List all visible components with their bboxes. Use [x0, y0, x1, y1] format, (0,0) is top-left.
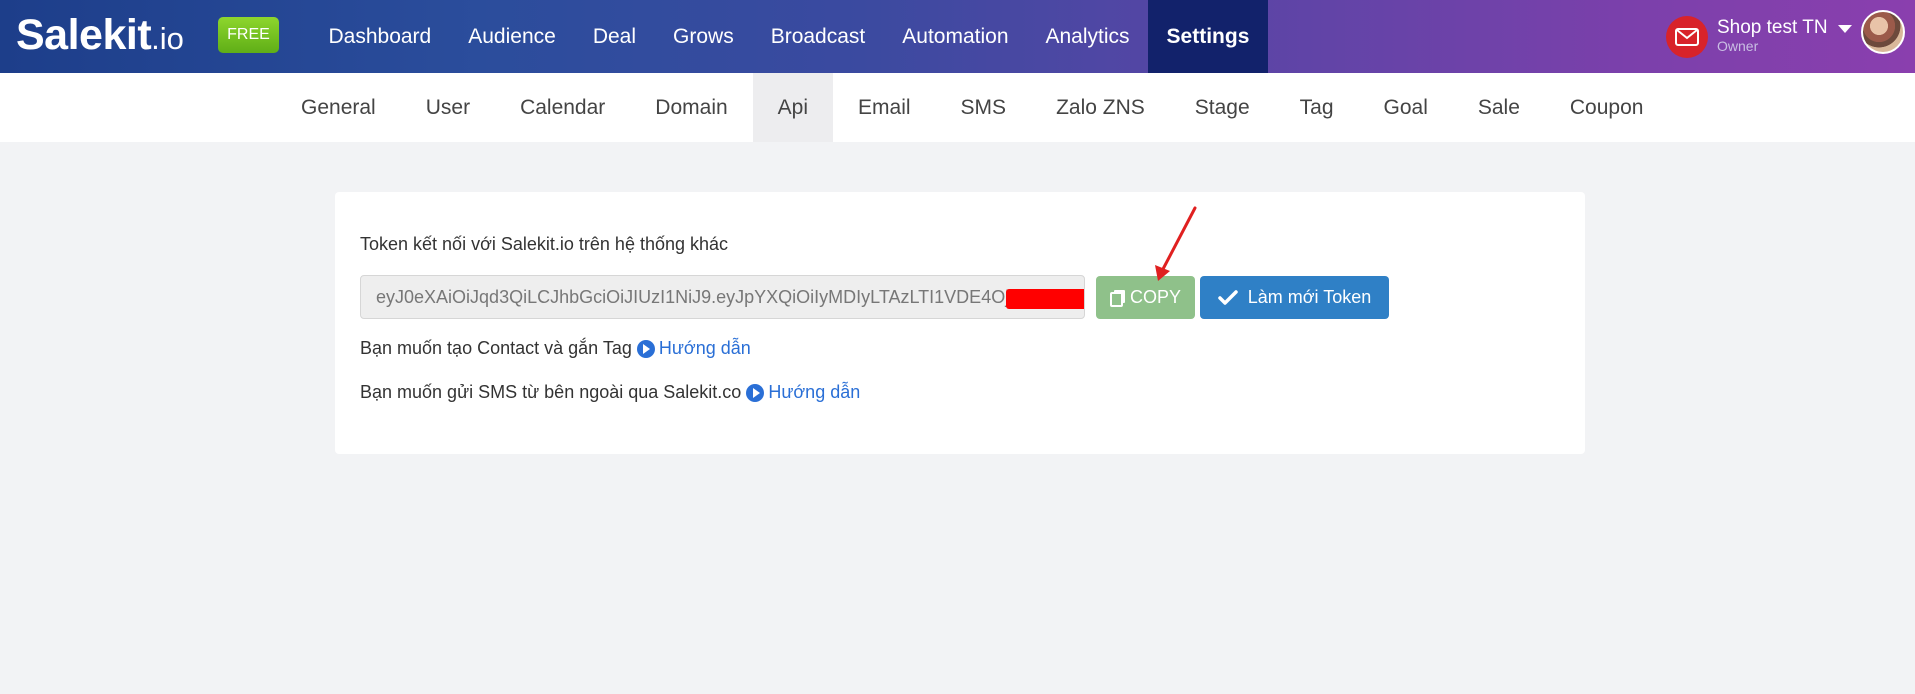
nav-settings[interactable]: Settings [1148, 0, 1268, 73]
refresh-label: Làm mới Token [1247, 287, 1372, 307]
annotation-arrow-icon [1155, 206, 1197, 281]
tab-sms[interactable]: SMS [936, 73, 1032, 142]
nav-grows[interactable]: Grows [655, 0, 753, 73]
refresh-token-button[interactable]: Làm mới Token [1200, 276, 1389, 319]
tab-general[interactable]: General [276, 73, 401, 142]
help-sms-text: Bạn muốn gửi SMS từ bên ngoài qua Saleki… [360, 382, 742, 402]
tab-api[interactable]: Api [752, 73, 834, 142]
tab-goal[interactable]: Goal [1359, 73, 1453, 142]
user-info[interactable]: Shop test TN Owner [1717, 17, 1852, 55]
nav-analytics[interactable]: Analytics [1027, 0, 1148, 73]
tab-calendar[interactable]: Calendar [495, 73, 630, 142]
play-icon [746, 383, 765, 402]
tab-email[interactable]: Email [833, 73, 936, 142]
plan-badge: FREE [218, 17, 279, 53]
help-contact-tag: Bạn muốn tạo Contact và gắn Tag Hướng dẫ… [360, 338, 751, 359]
user-name: Shop test TN [1717, 17, 1828, 39]
user-role: Owner [1717, 38, 1759, 55]
guide-label: Hướng dẫn [768, 382, 861, 402]
tab-zalo-zns[interactable]: Zalo ZNS [1031, 73, 1170, 142]
main-nav: Dashboard Audience Deal Grows Broadcast … [310, 0, 1268, 73]
tab-sale[interactable]: Sale [1453, 73, 1545, 142]
mail-icon[interactable] [1666, 15, 1708, 58]
check-icon [1217, 289, 1238, 305]
salekit-logo[interactable]: Salekit .io [16, 12, 184, 58]
user-menu[interactable]: Shop test TN Owner [1666, 0, 1852, 73]
token-field[interactable]: eyJ0eXAiOiJqd3QiLCJhbGciOiJIUzI1NiJ9.eyJ… [360, 275, 1085, 319]
nav-broadcast[interactable]: Broadcast [752, 0, 884, 73]
redaction-mark [1006, 289, 1084, 309]
tab-domain[interactable]: Domain [630, 73, 752, 142]
copy-label: COPY [1129, 287, 1181, 307]
copy-icon [1109, 289, 1125, 307]
logo-text: Salekit [16, 11, 152, 59]
tab-tag[interactable]: Tag [1275, 73, 1359, 142]
play-icon [636, 339, 655, 358]
api-token-card: Token kết nối với Salekit.io trên hệ thố… [335, 192, 1585, 454]
settings-subnav: General User Calendar Domain Api Email S… [0, 73, 1915, 142]
guide-link-sms[interactable]: Hướng dẫn [746, 382, 860, 403]
token-label: Token kết nối với Salekit.io trên hệ thố… [360, 234, 729, 254]
tab-coupon[interactable]: Coupon [1545, 73, 1669, 142]
tab-user[interactable]: User [401, 73, 495, 142]
help-sms: Bạn muốn gửi SMS từ bên ngoài qua Saleki… [360, 382, 860, 403]
avatar[interactable] [1861, 10, 1905, 54]
token-value: eyJ0eXAiOiJqd3QiLCJhbGciOiJIUzI1NiJ9.eyJ… [376, 286, 1025, 307]
nav-audience[interactable]: Audience [450, 0, 575, 73]
top-navbar: Salekit .io FREE Dashboard Audience Deal … [0, 0, 1915, 73]
help-contact-tag-text: Bạn muốn tạo Contact và gắn Tag [360, 338, 632, 358]
guide-link-contact-tag[interactable]: Hướng dẫn [636, 338, 751, 359]
tab-stage[interactable]: Stage [1170, 73, 1275, 142]
nav-deal[interactable]: Deal [574, 0, 654, 73]
chevron-down-icon[interactable] [1837, 24, 1852, 33]
nav-dashboard[interactable]: Dashboard [310, 0, 450, 73]
nav-automation[interactable]: Automation [884, 0, 1027, 73]
guide-label: Hướng dẫn [658, 338, 751, 358]
logo-suffix: .io [151, 21, 184, 56]
